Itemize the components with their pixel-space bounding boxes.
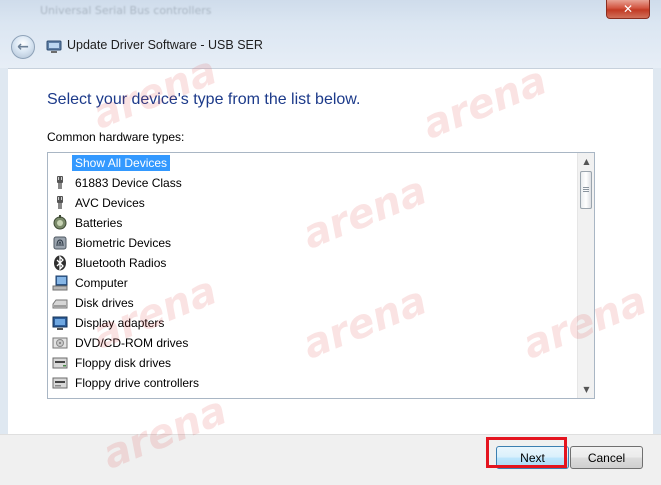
list-item-label: AVC Devices (75, 196, 145, 210)
list-item-label: Floppy disk drives (75, 356, 172, 370)
list-item-label: Show All Devices (72, 155, 171, 171)
cancel-button[interactable]: Cancel (570, 446, 643, 469)
scroll-up-arrow-icon[interactable]: ▲ (578, 153, 594, 170)
scroll-thumb[interactable] (580, 171, 592, 209)
partial-item-icon (52, 393, 68, 398)
back-button[interactable]: ← (11, 35, 35, 59)
background-window-text: Universal Serial Bus controllers (40, 4, 212, 17)
list-item-label: Display adapters (75, 316, 165, 330)
list-item-label: Disk drives (75, 296, 134, 310)
list-item-partial (48, 393, 578, 398)
list-item[interactable]: AVC Devices (48, 193, 578, 213)
list-item[interactable]: DVD/CD-ROM drives (48, 333, 578, 353)
list-item[interactable]: Disk drives (48, 293, 578, 313)
list-item-label: Floppy drive controllers (75, 376, 200, 390)
list-item-label: Biometric Devices (75, 236, 172, 250)
list-item[interactable]: Show All Devices (48, 153, 578, 173)
display-adapter-icon (52, 315, 68, 331)
window-title: Update Driver Software - USB SER (67, 38, 263, 52)
floppy-controller-icon (52, 375, 68, 391)
bluetooth-icon (52, 255, 68, 271)
fingerprint-icon (52, 235, 68, 251)
list-item[interactable]: Bluetooth Radios (48, 253, 578, 273)
hardware-types-listbox[interactable]: Show All Devices 61883 Device Class AVC … (47, 152, 595, 399)
list-item[interactable]: Batteries (48, 213, 578, 233)
page-heading: Select your device's type from the list … (47, 91, 361, 108)
close-button[interactable]: ✕ (606, 0, 650, 19)
floppy-drive-icon (52, 355, 68, 371)
disk-drive-icon (52, 295, 68, 311)
back-arrow-icon: ← (17, 39, 29, 55)
list-item-label: Computer (75, 276, 128, 290)
blank-icon (52, 155, 68, 171)
plug-icon (52, 175, 68, 191)
device-manager-icon (46, 40, 62, 53)
list-item-label: 61883 Device Class (75, 176, 182, 190)
hardware-types-label: Common hardware types: (47, 130, 185, 144)
hardware-types-list: Show All Devices 61883 Device Class AVC … (48, 153, 578, 398)
wizard-content: Select your device's type from the list … (8, 68, 653, 434)
next-button-highlight-box (486, 437, 567, 468)
dvd-drive-icon (52, 335, 68, 351)
list-item-label: Bluetooth Radios (75, 256, 167, 270)
list-item[interactable]: Biometric Devices (48, 233, 578, 253)
plug-icon (52, 195, 68, 211)
list-item-label: Batteries (75, 216, 123, 230)
list-item[interactable]: Floppy disk drives (48, 353, 578, 373)
list-item[interactable]: 61883 Device Class (48, 173, 578, 193)
battery-icon (52, 215, 68, 231)
list-item[interactable]: Computer (48, 273, 578, 293)
vertical-scrollbar[interactable]: ▲ ▼ (577, 153, 594, 398)
title-bar: Universal Serial Bus controllers ✕ ← Upd… (0, 0, 661, 68)
list-item-label: DVD/CD-ROM drives (75, 336, 189, 350)
list-item[interactable]: Display adapters (48, 313, 578, 333)
computer-icon (52, 275, 68, 291)
scroll-down-arrow-icon[interactable]: ▼ (578, 381, 594, 398)
list-item[interactable]: Floppy drive controllers (48, 373, 578, 393)
